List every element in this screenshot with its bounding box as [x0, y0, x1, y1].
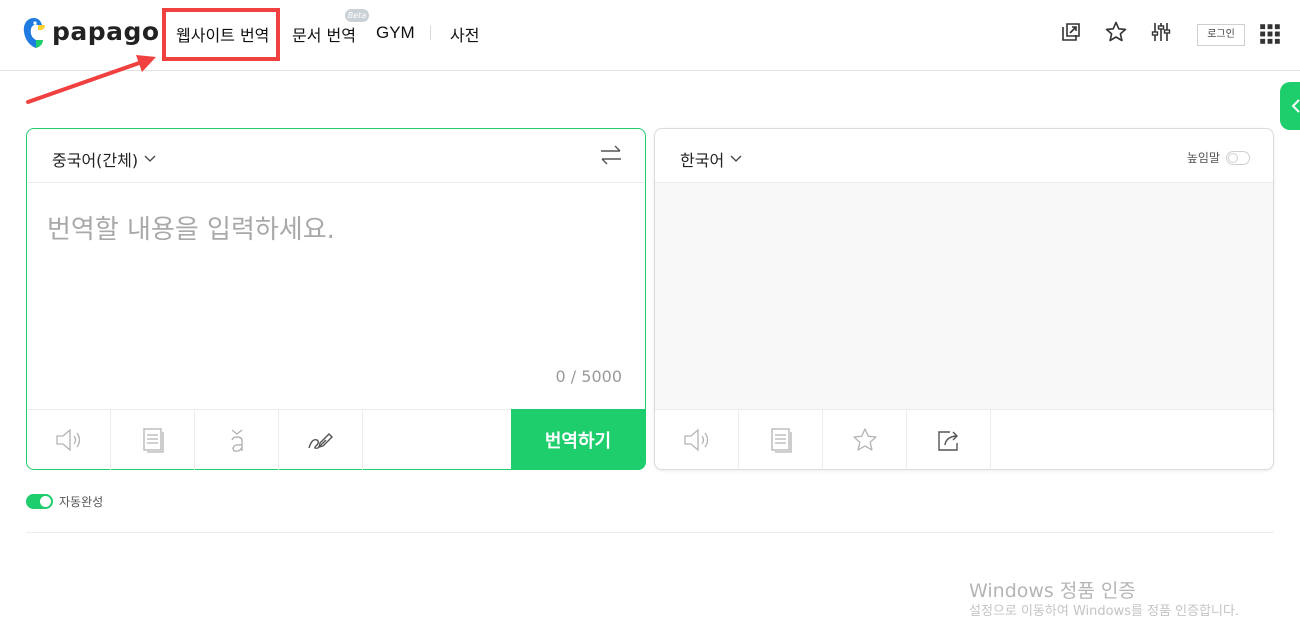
target-language-select[interactable]: 한국어	[680, 147, 742, 171]
beta-badge: Beta	[345, 9, 369, 22]
nav-gym[interactable]: GYM	[376, 23, 415, 43]
side-panel-tab[interactable]	[1280, 82, 1300, 130]
swap-languages-icon[interactable]	[599, 144, 623, 166]
chevron-down-icon	[144, 155, 156, 162]
honorific-label: 높임말	[1186, 151, 1220, 165]
external-link-icon[interactable]	[1059, 20, 1083, 44]
nav-dictionary[interactable]: 사전	[450, 22, 479, 46]
target-panel: 한국어 높임말	[654, 128, 1274, 470]
autocomplete-label: 자동완성	[59, 495, 104, 509]
honorific-toggle-group: 높임말	[1187, 149, 1250, 166]
logo-text: papago	[52, 16, 160, 46]
handwriting-icon	[307, 433, 333, 449]
nav-document-translation[interactable]: 문서 번역	[292, 22, 356, 46]
nav-divider	[430, 26, 431, 40]
star-icon[interactable]	[1104, 20, 1128, 44]
source-panel: 중국어(간체) 0 / 5000	[26, 128, 646, 470]
speaker-icon	[683, 428, 708, 452]
apps-grid-icon[interactable]	[1259, 23, 1281, 45]
windows-activation-watermark: Windows 정품 인증	[969, 580, 1136, 602]
annotation-arrow-icon	[26, 55, 156, 104]
translate-button[interactable]: 번역하기	[511, 409, 645, 470]
pronunciation-icon	[230, 429, 243, 452]
autocomplete-toggle[interactable]	[26, 494, 53, 509]
target-share-button[interactable]	[907, 410, 991, 470]
source-language-select[interactable]: 중국어(간체)	[52, 147, 156, 171]
login-button[interactable]: 로그인	[1197, 24, 1245, 46]
settings-sliders-icon[interactable]	[1149, 20, 1173, 44]
target-language-label: 한국어	[680, 151, 725, 170]
target-favorite-button[interactable]	[823, 410, 907, 470]
translation-output	[655, 183, 1273, 409]
annotation-highlight-box	[162, 8, 280, 61]
source-dictionary-button[interactable]	[111, 410, 195, 470]
source-pronunciation-button[interactable]	[195, 410, 279, 470]
dictionary-icon	[142, 428, 164, 453]
divider	[26, 532, 1274, 533]
target-toolbar	[655, 409, 1273, 470]
windows-activation-subtext: 설정으로 이동하여 Windows를 정품 인증합니다.	[969, 604, 1240, 619]
chevron-left-icon	[1291, 99, 1300, 113]
speaker-icon	[55, 428, 80, 452]
source-listen-button[interactable]	[27, 410, 111, 470]
target-listen-button[interactable]	[655, 410, 739, 470]
target-dictionary-button[interactable]	[739, 410, 823, 470]
source-language-label: 중국어(간체)	[52, 151, 139, 170]
target-panel-header: 한국어 높임말	[655, 129, 1273, 183]
parrot-logo-icon	[23, 18, 45, 48]
dictionary-icon	[770, 428, 792, 453]
source-handwriting-button[interactable]	[279, 410, 363, 470]
autocomplete-setting: 자동완성	[26, 493, 103, 510]
honorific-toggle[interactable]	[1226, 150, 1250, 165]
character-count: 0 / 5000	[555, 367, 622, 386]
source-panel-header: 중국어(간체)	[27, 129, 645, 183]
chevron-down-icon	[730, 155, 742, 162]
star-icon	[852, 428, 877, 451]
source-text-input[interactable]	[47, 209, 607, 359]
share-icon	[937, 431, 958, 451]
papago-logo[interactable]: papago	[22, 16, 160, 50]
